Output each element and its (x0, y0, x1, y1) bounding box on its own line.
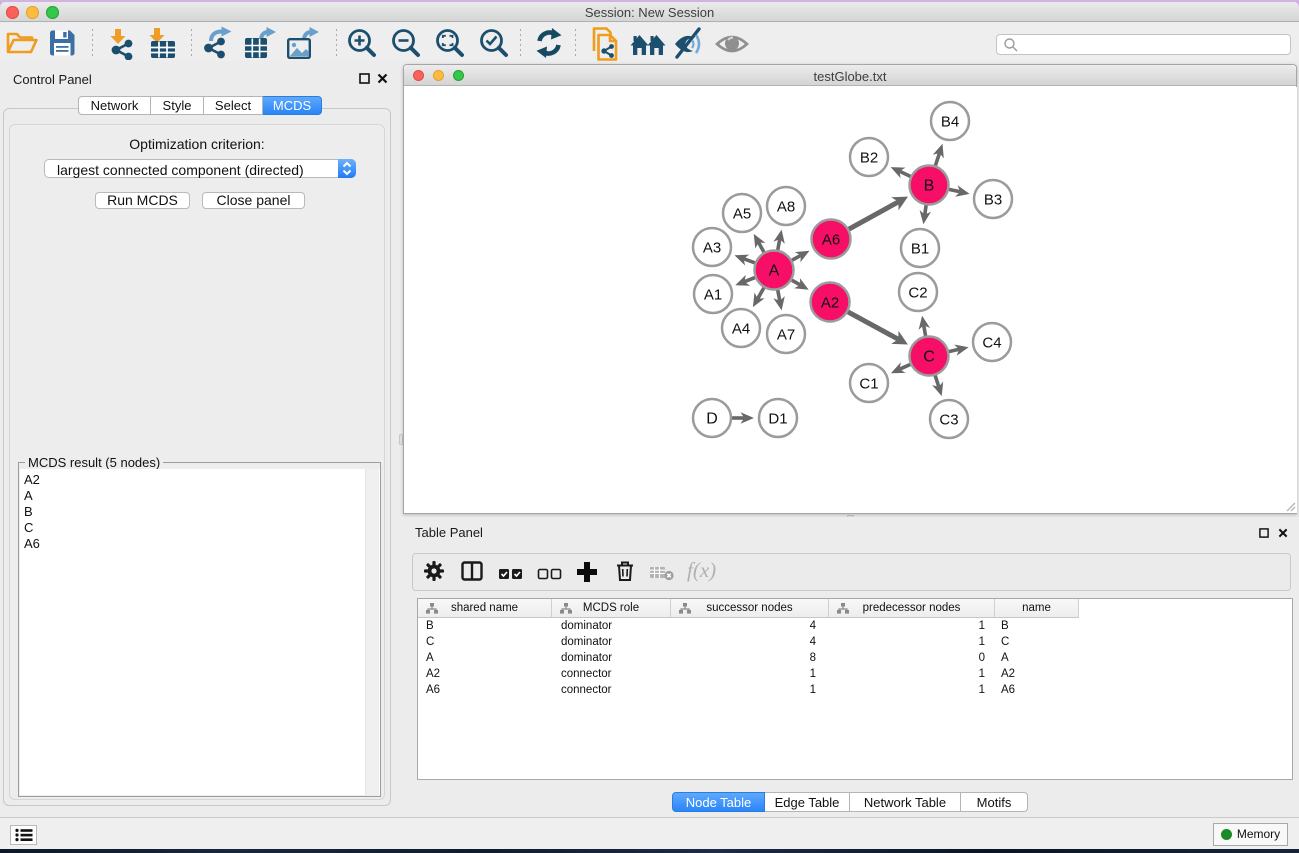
svg-text:A8: A8 (777, 199, 795, 216)
svg-text:B: B (924, 178, 935, 195)
svg-text:B1: B1 (911, 241, 929, 258)
svg-text:C2: C2 (908, 285, 927, 302)
svg-text:C4: C4 (982, 335, 1001, 352)
svg-text:B4: B4 (941, 114, 959, 131)
svg-text:C: C (923, 349, 935, 366)
svg-text:B2: B2 (860, 150, 878, 167)
svg-text:C3: C3 (939, 412, 958, 429)
svg-text:A4: A4 (732, 321, 750, 338)
svg-text:D1: D1 (768, 411, 787, 428)
svg-text:A3: A3 (703, 240, 721, 257)
svg-text:B3: B3 (984, 192, 1002, 209)
svg-text:D: D (706, 411, 718, 428)
svg-text:A1: A1 (704, 287, 722, 304)
svg-text:A: A (769, 263, 780, 280)
svg-text:A7: A7 (777, 327, 795, 344)
svg-text:A6: A6 (822, 232, 840, 249)
svg-text:C1: C1 (859, 376, 878, 393)
svg-text:A2: A2 (821, 295, 839, 312)
svg-text:A5: A5 (733, 206, 751, 223)
